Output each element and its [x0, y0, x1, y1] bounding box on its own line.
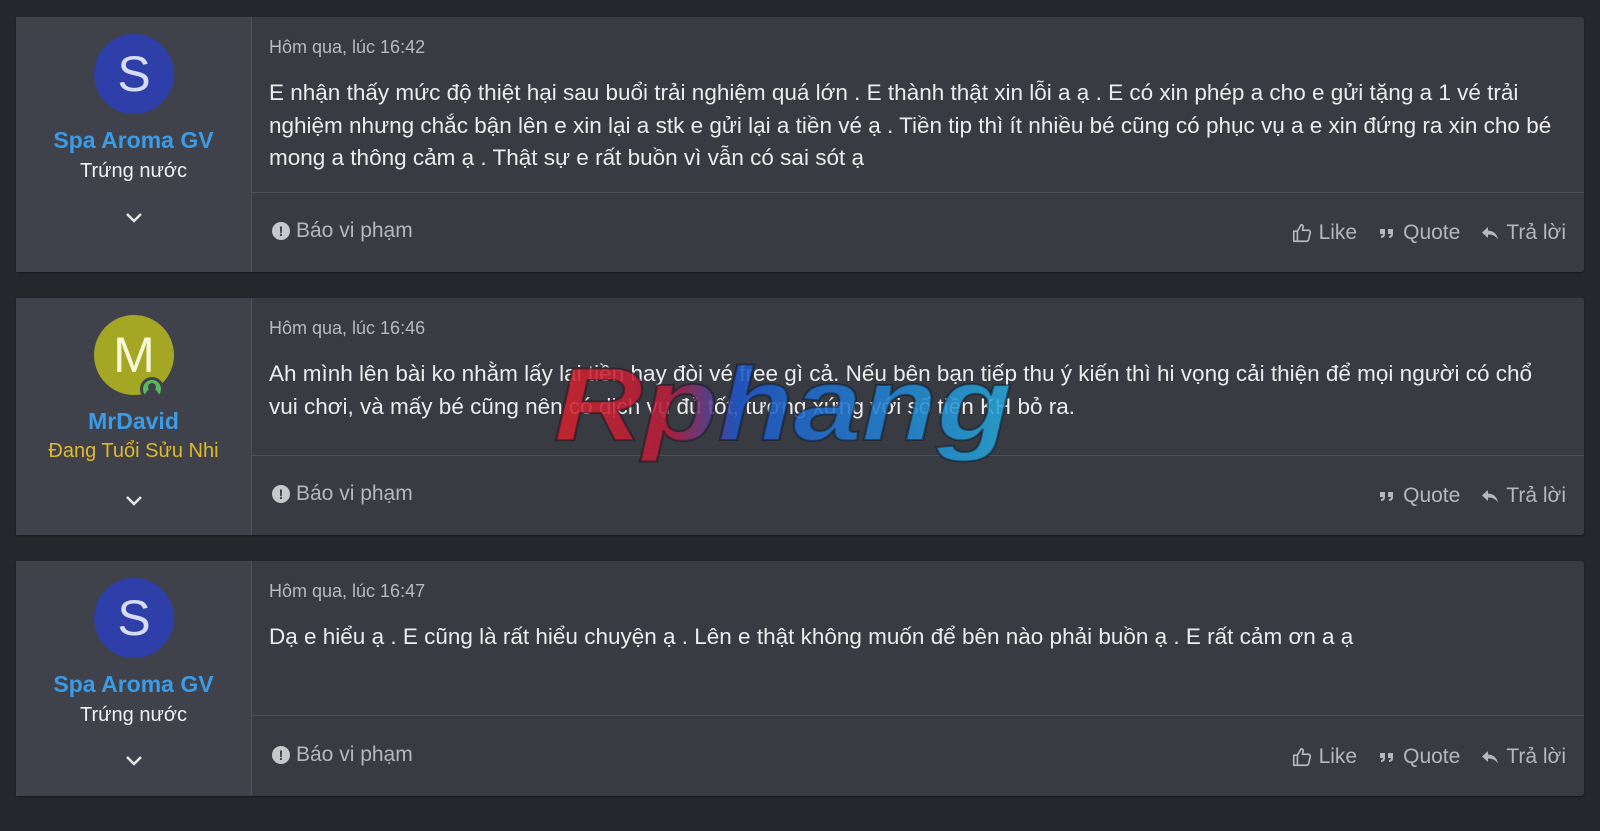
- reply-icon: [1482, 227, 1499, 240]
- post-1: S Spa Aroma GV Trứng nước Hôm qua, lúc 1…: [16, 17, 1584, 272]
- post-content: Ah mình lên bài ko nhằm lấy lại tiền hay…: [269, 361, 1533, 419]
- quote-icon: [1380, 229, 1394, 238]
- username-link[interactable]: Spa Aroma GV: [16, 671, 251, 698]
- quote-icon: [1380, 492, 1394, 501]
- quote-label: Quote: [1403, 745, 1461, 768]
- post-actions: Like Quote Trả lời: [1271, 221, 1566, 245]
- like-label: Like: [1318, 221, 1358, 244]
- thumbs-up-icon: [1292, 223, 1311, 243]
- username-link[interactable]: MrDavid: [16, 408, 251, 435]
- post-content: E nhận thấy mức độ thiệt hại sau buổi tr…: [269, 80, 1552, 170]
- post-actions: Quote Trả lời: [1357, 484, 1566, 508]
- post-main: Hôm qua, lúc 16:46 Ah mình lên bài ko nh…: [252, 298, 1584, 535]
- alert-icon: !: [272, 485, 290, 503]
- report-button[interactable]: ! Báo vi phạm: [272, 219, 413, 243]
- reply-button[interactable]: Trả lời: [1480, 745, 1566, 769]
- divider: [252, 715, 1584, 716]
- avatar-letter: M: [113, 327, 155, 383]
- user-title: Trứng nước: [80, 704, 187, 726]
- quote-button[interactable]: Quote: [1377, 484, 1460, 508]
- online-status-icon: [140, 377, 164, 401]
- report-button[interactable]: ! Báo vi phạm: [272, 743, 413, 767]
- user-cell: S Spa Aroma GV Trứng nước: [16, 17, 252, 272]
- like-button[interactable]: Like: [1291, 221, 1358, 245]
- chevron-down-icon[interactable]: [122, 210, 146, 226]
- divider: [252, 192, 1584, 193]
- reply-icon: [1482, 490, 1499, 503]
- reply-button[interactable]: Trả lời: [1480, 221, 1566, 245]
- post-actions: Like Quote Trả lời: [1271, 745, 1566, 769]
- report-button[interactable]: ! Báo vi phạm: [272, 482, 413, 506]
- reply-label: Trả lời: [1506, 221, 1566, 244]
- quote-icon: [1380, 753, 1394, 762]
- avatar[interactable]: S: [94, 34, 174, 114]
- thumbs-up-icon: [1292, 747, 1311, 767]
- post-date[interactable]: Hôm qua, lúc 16:42: [269, 37, 425, 58]
- like-label: Like: [1318, 745, 1358, 768]
- reply-button[interactable]: Trả lời: [1480, 484, 1566, 508]
- like-button[interactable]: Like: [1291, 745, 1358, 769]
- post-main: Hôm qua, lúc 16:47 Dạ e hiểu ạ . E cũng …: [252, 561, 1584, 796]
- chevron-down-icon[interactable]: [122, 753, 146, 769]
- user-cell: M MrDavid Đang Tuổi Sửu Nhi: [16, 298, 252, 535]
- reply-label: Trả lời: [1506, 484, 1566, 507]
- post-date[interactable]: Hôm qua, lúc 16:47: [269, 581, 425, 602]
- post-content: Dạ e hiểu ạ . E cũng là rất hiểu chuyện …: [269, 624, 1354, 649]
- user-title: Đang Tuổi Sửu Nhi: [48, 440, 219, 462]
- alert-icon: !: [272, 222, 290, 240]
- avatar[interactable]: M: [94, 315, 174, 401]
- reply-icon: [1482, 751, 1499, 764]
- post-2: M MrDavid Đang Tuổi Sửu Nhi Hôm qua, lúc…: [16, 298, 1584, 535]
- quote-button[interactable]: Quote: [1377, 221, 1460, 245]
- quote-label: Quote: [1403, 484, 1461, 507]
- post-main: Hôm qua, lúc 16:42 E nhận thấy mức độ th…: [252, 17, 1584, 272]
- post-date[interactable]: Hôm qua, lúc 16:46: [269, 318, 425, 339]
- quote-button[interactable]: Quote: [1377, 745, 1460, 769]
- quote-label: Quote: [1403, 221, 1461, 244]
- report-label: Báo vi phạm: [296, 482, 413, 505]
- report-label: Báo vi phạm: [296, 743, 413, 766]
- divider: [252, 455, 1584, 456]
- reply-label: Trả lời: [1506, 745, 1566, 768]
- username-link[interactable]: Spa Aroma GV: [16, 127, 251, 154]
- alert-icon: !: [272, 746, 290, 764]
- user-cell: S Spa Aroma GV Trứng nước: [16, 561, 252, 796]
- user-title: Trứng nước: [80, 160, 187, 182]
- avatar[interactable]: S: [94, 578, 174, 658]
- report-label: Báo vi phạm: [296, 219, 413, 242]
- chevron-down-icon[interactable]: [122, 493, 146, 509]
- post-3: S Spa Aroma GV Trứng nước Hôm qua, lúc 1…: [16, 561, 1584, 796]
